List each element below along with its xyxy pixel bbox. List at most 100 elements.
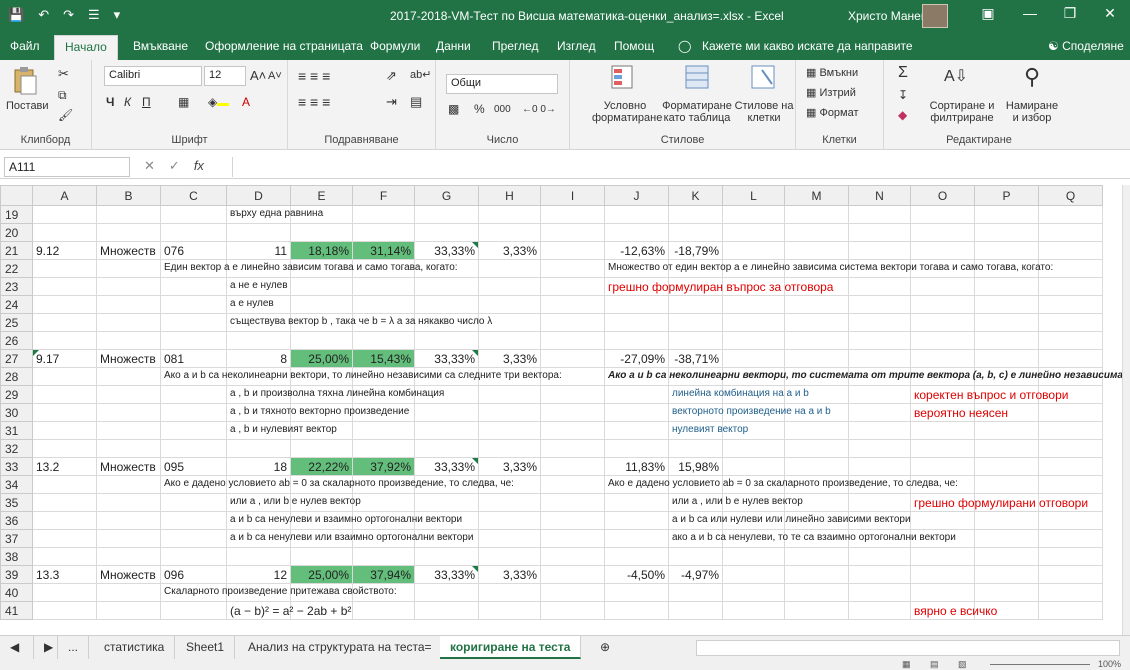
cell[interactable]: Ако a и b са неколинеарни вектори, то си…	[604, 367, 1122, 386]
cell[interactable]	[226, 439, 291, 458]
number-format-select[interactable]: Общи	[446, 74, 558, 94]
tab-page-layout[interactable]: Оформление на страницата	[205, 39, 363, 53]
cell[interactable]	[784, 205, 849, 224]
cell[interactable]	[604, 529, 669, 548]
cell[interactable]	[910, 331, 975, 350]
cell[interactable]	[604, 313, 669, 332]
cell[interactable]	[722, 277, 785, 296]
sort-filter-button[interactable]: Сортиране и филтриране	[924, 100, 1000, 124]
cell[interactable]	[848, 259, 911, 278]
cell[interactable]	[604, 421, 669, 440]
cell[interactable]: 8	[226, 349, 291, 368]
cell[interactable]	[478, 493, 541, 512]
cell[interactable]: ако a и b са ненулеви, то те са взаимно …	[668, 529, 956, 548]
cell[interactable]	[848, 565, 911, 584]
cell[interactable]	[290, 583, 353, 602]
cell[interactable]	[910, 547, 975, 566]
cell[interactable]	[974, 421, 1039, 440]
cell[interactable]	[32, 205, 97, 224]
cell[interactable]	[478, 583, 541, 602]
cell[interactable]	[1038, 313, 1103, 332]
cell[interactable]	[974, 547, 1039, 566]
cell[interactable]	[848, 385, 911, 404]
cell[interactable]	[974, 331, 1039, 350]
ribbon-display-icon[interactable]: ▣	[978, 5, 998, 22]
cell[interactable]	[974, 565, 1039, 584]
cell[interactable]: (a − b)² = a² − 2ab + b²	[226, 601, 351, 620]
cell[interactable]	[290, 385, 353, 404]
cell[interactable]	[910, 529, 975, 548]
cell[interactable]: или a , или b е нулев вектор	[226, 493, 361, 512]
cell[interactable]	[668, 547, 723, 566]
cell[interactable]	[668, 223, 723, 242]
cell[interactable]	[352, 277, 415, 296]
cell[interactable]: -4,97%	[668, 565, 723, 584]
cell[interactable]	[414, 421, 479, 440]
cell[interactable]	[290, 493, 353, 512]
conditional-formatting-button[interactable]: Условно форматиране	[592, 100, 662, 124]
cell[interactable]	[160, 277, 227, 296]
cell[interactable]	[478, 259, 541, 278]
cell[interactable]	[96, 529, 161, 548]
cell[interactable]	[290, 367, 353, 386]
format-cells-button[interactable]: ▦ Формат	[806, 106, 859, 119]
cell[interactable]	[96, 493, 161, 512]
cell[interactable]	[414, 295, 479, 314]
cell[interactable]	[910, 349, 975, 368]
cell[interactable]	[974, 583, 1039, 602]
cell[interactable]	[414, 331, 479, 350]
cell[interactable]	[290, 547, 353, 566]
cell[interactable]	[160, 511, 227, 530]
cell[interactable]: a , b и произволна тяхна линейна комбина…	[226, 385, 444, 404]
cell[interactable]	[722, 601, 785, 620]
cell[interactable]	[96, 403, 161, 422]
row-header[interactable]: 41	[0, 601, 33, 620]
cell[interactable]	[32, 277, 97, 296]
cell[interactable]	[910, 259, 975, 278]
format-as-table-icon[interactable]	[682, 64, 712, 92]
find-select-button[interactable]: Намиране и избор	[1002, 100, 1062, 124]
cell[interactable]	[604, 601, 669, 620]
cell[interactable]	[290, 421, 353, 440]
undo-icon[interactable]: ↶	[38, 7, 49, 23]
cell[interactable]	[352, 385, 415, 404]
cell[interactable]	[1038, 493, 1103, 512]
cell[interactable]	[910, 205, 975, 224]
cell[interactable]	[784, 475, 849, 494]
cell[interactable]	[974, 385, 1039, 404]
tab-formulas[interactable]: Формули	[370, 39, 420, 53]
cell[interactable]	[226, 223, 291, 242]
cell[interactable]: a и b са или нулеви или линейно зависими…	[668, 511, 911, 530]
cell[interactable]	[540, 565, 605, 584]
cell[interactable]	[722, 313, 785, 332]
cell[interactable]	[1038, 529, 1103, 548]
cell[interactable]	[160, 439, 227, 458]
row-header[interactable]: 33	[0, 457, 33, 476]
cell[interactable]	[540, 493, 605, 512]
column-header[interactable]: M	[784, 185, 849, 206]
cell[interactable]	[32, 259, 97, 278]
italic-button[interactable]: К	[124, 95, 131, 109]
cell[interactable]	[1038, 223, 1103, 242]
cell[interactable]	[722, 259, 785, 278]
touch-mode-icon[interactable]: ☰	[88, 7, 100, 23]
cell[interactable]: a и b са ненулеви и взаимно ортогонални …	[226, 511, 462, 530]
cell[interactable]: 9.17	[32, 349, 97, 368]
font-name-select[interactable]: Calibri	[104, 66, 202, 86]
cell[interactable]	[96, 277, 161, 296]
column-header[interactable]: H	[478, 185, 541, 206]
more-sheets-button[interactable]: ...	[58, 636, 90, 659]
cell[interactable]: 15,43%	[352, 349, 415, 368]
shrink-font-icon[interactable]: A˅	[268, 70, 282, 82]
cell[interactable]	[540, 421, 605, 440]
cell[interactable]	[478, 295, 541, 314]
cell[interactable]: 12	[226, 565, 291, 584]
cell[interactable]	[290, 439, 353, 458]
cell[interactable]	[910, 511, 975, 530]
page-break-icon[interactable]: ▧	[958, 659, 967, 670]
cell[interactable]: -27,09%	[604, 349, 669, 368]
cell[interactable]	[478, 547, 541, 566]
cell[interactable]: Множеств	[96, 349, 161, 368]
cell[interactable]: линейна комбинация на a и b	[668, 385, 809, 404]
cell[interactable]	[784, 241, 849, 260]
